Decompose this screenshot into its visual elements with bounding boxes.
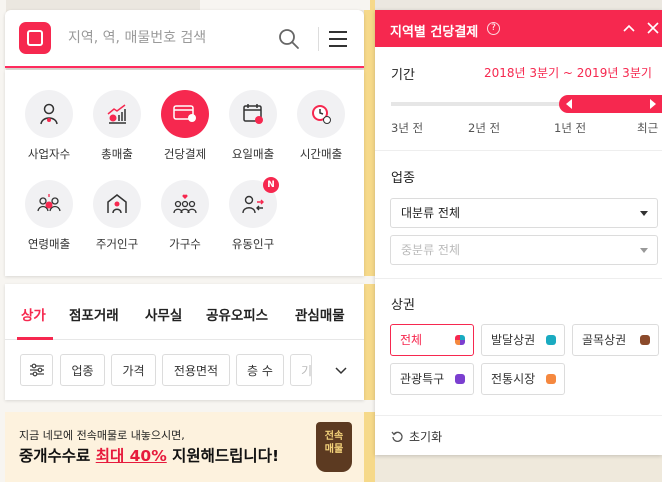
app-logo-icon[interactable] — [19, 22, 51, 54]
filter-area-button[interactable]: 전용면적 — [162, 354, 230, 386]
category-label: 시간매출 — [299, 147, 343, 161]
map-road — [0, 400, 375, 412]
help-icon[interactable]: ? — [487, 22, 500, 35]
listing-panel: 상가 점포거래 사무실 공유오피스 관심매물 업종 가격 전용면적 층 수 기 — [5, 284, 364, 400]
house-person-icon — [93, 180, 141, 228]
multicolor-dot-icon — [455, 335, 465, 345]
reset-icon — [391, 431, 403, 442]
district-chip-tourism[interactable]: 관광특구 — [390, 363, 474, 395]
category-weekday-sales[interactable]: 요일매출 — [219, 90, 287, 162]
category-label: 가구수 — [169, 237, 201, 251]
filter-settings-button[interactable] — [20, 354, 53, 386]
search-icon[interactable] — [278, 28, 300, 50]
map-road — [0, 276, 375, 284]
industry-minor-select[interactable]: 중분류 전체 — [390, 235, 658, 265]
industry-major-select[interactable]: 대분류 전체 — [390, 198, 658, 228]
filter-industry-button[interactable]: 업종 — [60, 354, 105, 386]
caret-down-icon — [640, 248, 648, 253]
period-range-text: 2018년 3분기 ~ 2019년 3분기 — [484, 66, 652, 80]
district-chip-market[interactable]: 전통시장 — [481, 363, 565, 395]
category-panel: 사업자수 총매출 건당결제 요일매출 시간매출 연령매출 주거인구 가구수 N … — [5, 70, 364, 276]
category-label: 유동인구 — [231, 237, 275, 251]
slider-tick-label: 2년 전 — [468, 121, 501, 135]
sales-chart-icon — [93, 90, 141, 138]
banner-headline: 중개수수료 최대 40% 지원해드립니다! — [19, 447, 280, 465]
search-input[interactable] — [68, 30, 268, 46]
color-dot-icon — [640, 335, 650, 345]
category-households[interactable]: 가구수 — [151, 180, 219, 252]
filter-price-button[interactable]: 가격 — [111, 354, 156, 386]
color-dot-icon — [546, 374, 556, 384]
section-divider — [375, 278, 662, 279]
divider — [318, 27, 319, 51]
slider-tick-label: 3년 전 — [391, 121, 424, 135]
filter-bar: 업종 가격 전용면적 층 수 기 — [5, 340, 364, 400]
map-road — [200, 0, 370, 10]
tab-shared-office[interactable]: 공유오피스 — [206, 304, 268, 324]
filter-floor-button[interactable]: 층 수 — [236, 354, 284, 386]
category-hourly-sales[interactable]: 시간매출 — [287, 90, 355, 162]
category-label: 연령매출 — [27, 237, 71, 251]
tab-store-trade[interactable]: 점포거래 — [69, 304, 119, 324]
panel-header: 지역별 건당결제 ? — [375, 10, 662, 47]
slider-handle-right-icon[interactable] — [650, 99, 656, 109]
industry-label: 업종 — [391, 171, 415, 186]
district-chip-developed[interactable]: 발달상권 — [481, 324, 565, 356]
slider-tick-label: 최근 — [637, 121, 659, 135]
caret-down-icon — [640, 211, 648, 216]
floating-population-icon: N — [229, 177, 279, 228]
card-payment-icon — [161, 90, 209, 138]
color-dot-icon — [546, 335, 556, 345]
clock-icon — [297, 90, 345, 138]
category-age-sales[interactable]: 연령매출 — [15, 180, 83, 252]
tab-favorites[interactable]: 관심매물 — [295, 304, 345, 324]
new-badge: N — [263, 177, 279, 193]
slider-tick-label: 1년 전 — [554, 121, 587, 135]
chevron-down-icon[interactable] — [335, 364, 347, 376]
district-chip-alley[interactable]: 골목상권 — [572, 324, 659, 356]
slider-handle-left-icon[interactable] — [566, 99, 572, 109]
promo-banner[interactable]: 지금 네모에 전속매물로 내놓으시면, 중개수수료 최대 40% 지원해드립니다… — [5, 412, 364, 482]
category-label: 주거인구 — [95, 237, 139, 251]
period-label: 기간 — [391, 68, 415, 83]
sliders-icon — [29, 363, 44, 377]
category-label: 총매출 — [101, 147, 133, 161]
map-road — [375, 455, 662, 482]
period-slider-range[interactable] — [559, 95, 662, 113]
category-label: 건당결제 — [163, 147, 207, 161]
district-chip-all[interactable]: 전체 — [390, 324, 474, 356]
exclusive-listing-badge: 전속 매물 — [316, 422, 352, 472]
category-label: 사업자수 — [27, 147, 71, 161]
category-business-count[interactable]: 사업자수 — [15, 90, 83, 162]
category-floating-population[interactable]: N 유동인구 — [219, 177, 287, 252]
household-icon — [161, 180, 209, 228]
region-analysis-panel: 지역별 건당결제 ? 기간 2018년 3분기 ~ 2019년 3분기 3년 전… — [375, 10, 662, 455]
tab-shop[interactable]: 상가 — [21, 304, 46, 324]
calendar-icon — [229, 90, 277, 138]
hamburger-menu-icon[interactable] — [329, 31, 347, 47]
listing-tabs: 상가 점포거래 사무실 공유오피스 관심매물 — [5, 284, 364, 340]
category-residential-population[interactable]: 주거인구 — [83, 180, 151, 252]
category-total-sales[interactable]: 총매출 — [83, 90, 151, 162]
panel-title: 지역별 건당결제 — [390, 25, 479, 40]
color-dot-icon — [455, 374, 465, 384]
section-divider — [375, 415, 662, 416]
banner-subtitle: 지금 네모에 전속매물로 내놓으시면, — [19, 429, 185, 442]
tab-office[interactable]: 사무실 — [145, 304, 182, 324]
collapse-chevron-up-icon[interactable] — [621, 20, 637, 36]
age-group-icon — [25, 180, 73, 228]
person-icon — [25, 90, 73, 138]
section-divider — [375, 150, 662, 151]
search-bar — [5, 10, 364, 68]
filter-more-button[interactable]: 기 — [290, 354, 312, 386]
close-icon[interactable] — [645, 20, 661, 36]
district-label: 상권 — [391, 298, 415, 313]
category-per-payment[interactable]: 건당결제 — [151, 90, 219, 162]
reset-button[interactable]: 초기화 — [391, 428, 442, 445]
category-label: 요일매출 — [231, 147, 275, 161]
